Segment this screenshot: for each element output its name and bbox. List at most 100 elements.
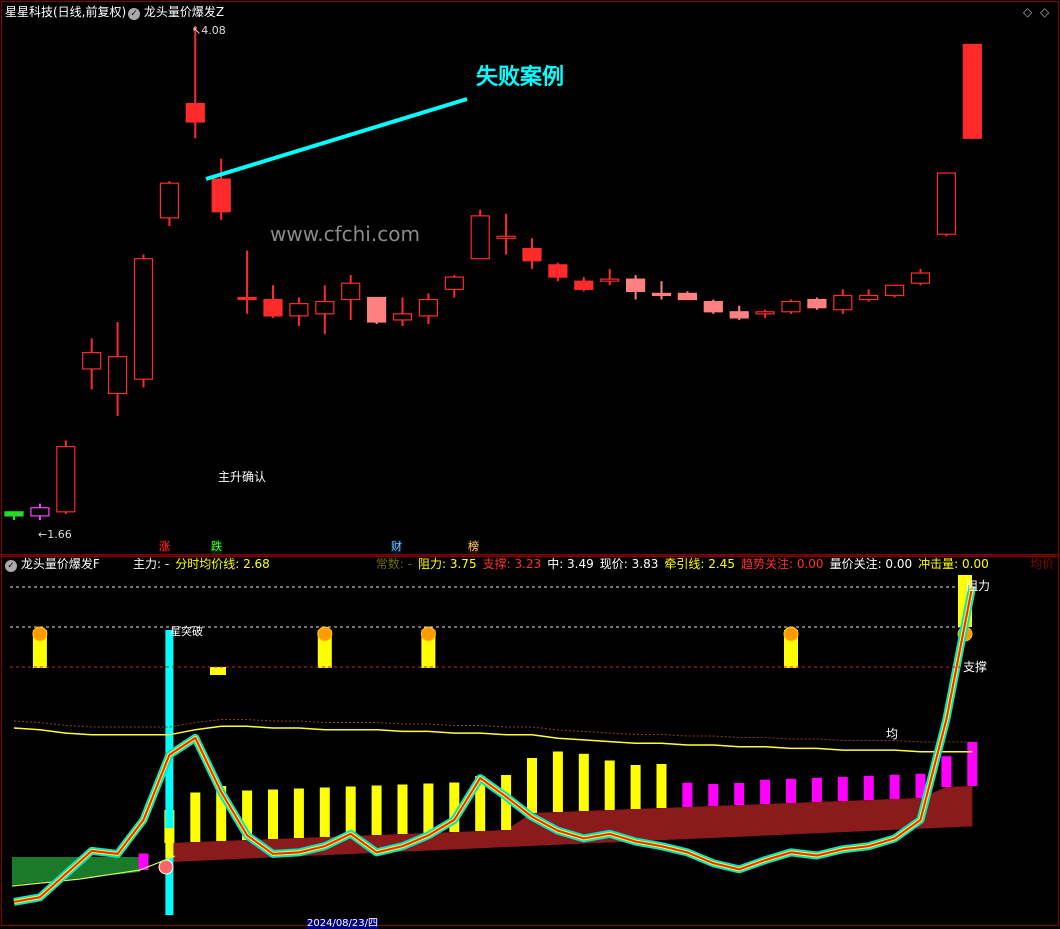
candle-body xyxy=(159,182,179,219)
volume-bar xyxy=(941,756,952,787)
candle-body xyxy=(263,298,283,317)
tag-cai: 财 xyxy=(391,540,402,554)
volume-bar xyxy=(371,785,382,835)
candle-body xyxy=(807,298,827,309)
bottom-indicator-selector[interactable]: ✓ 龙头量价爆发F xyxy=(5,557,100,572)
volume-bar xyxy=(345,786,356,836)
readout-item: 趋势关注: 0.00 xyxy=(740,557,824,571)
candle-body xyxy=(341,282,361,301)
stock-title: 星星科技(日线,前复权) xyxy=(5,5,127,19)
readout-item: 量价关注: 0.00 xyxy=(829,557,913,571)
candle-body xyxy=(56,445,76,513)
volume-bar xyxy=(527,758,537,813)
volume-bar xyxy=(708,784,719,806)
candle-body xyxy=(315,300,335,315)
volume-bar xyxy=(967,742,978,786)
candle-body xyxy=(237,296,257,301)
volume-bar xyxy=(889,774,900,799)
resist-label: 阻力 xyxy=(966,579,991,593)
maximize-icon[interactable]: ◇ xyxy=(1040,5,1049,19)
volume-bar xyxy=(423,783,434,833)
volume-bar xyxy=(293,788,304,838)
candle-body xyxy=(496,235,516,239)
candle-body xyxy=(781,300,801,313)
candle-body xyxy=(600,278,620,282)
readout-item: 现价: 3.83 xyxy=(599,557,659,571)
buy-marker-icon xyxy=(420,626,436,642)
readout-item: 阻力: 3.75 xyxy=(418,557,477,571)
avg-line-label: 均 xyxy=(886,727,899,741)
support-label: 支撑 xyxy=(963,660,988,674)
main-up-label: 主升确认 xyxy=(218,470,267,484)
volume-bar xyxy=(811,777,822,802)
volume-bar xyxy=(760,779,771,804)
chart-canvas xyxy=(0,0,1060,927)
candle-body xyxy=(418,298,438,317)
avg-price-label: 均价 xyxy=(1030,557,1055,571)
candle-body xyxy=(962,43,982,139)
readout-item: 中: 3.49 xyxy=(547,557,594,571)
candle-body xyxy=(392,313,413,321)
readout-item: 主力: - xyxy=(133,557,170,571)
volume-bar xyxy=(578,753,589,811)
fail-annotation: 失败案例 xyxy=(476,65,565,90)
candle-body xyxy=(703,300,723,313)
collapse-icon[interactable]: ◇ xyxy=(1023,5,1032,19)
candle-body xyxy=(859,294,879,301)
candle-body xyxy=(677,292,698,301)
candle-body xyxy=(548,264,568,278)
date-readout: 2024/08/23/四 xyxy=(307,918,379,929)
candle-body xyxy=(367,296,387,323)
candle-body xyxy=(470,215,490,260)
tag-zhang: 涨 xyxy=(159,540,170,554)
breakout-label: 星突破 xyxy=(170,625,203,638)
candle-body xyxy=(651,292,672,297)
volume-bar xyxy=(604,760,615,810)
volume-bar xyxy=(319,787,330,837)
candle-body xyxy=(444,276,464,290)
candle-body xyxy=(522,247,542,262)
chart-title: 星星科技(日线,前复权) xyxy=(5,5,126,19)
candle-body xyxy=(625,278,646,292)
candle-body xyxy=(4,511,24,517)
dropdown-icon[interactable]: ✓ xyxy=(128,8,140,20)
volume-bar xyxy=(837,776,848,801)
candle-body xyxy=(755,311,775,315)
volume-bar xyxy=(786,778,796,803)
high-price-label: ↖4.08 xyxy=(192,24,226,37)
readout-item: 支撑: 3.23 xyxy=(482,557,542,571)
watermark: www.cfchi.com xyxy=(270,222,420,246)
candle-body xyxy=(729,311,749,319)
candle-body xyxy=(107,356,128,395)
volume-bar xyxy=(552,751,563,812)
volume-bar xyxy=(863,775,874,800)
candle-body xyxy=(574,280,594,290)
candle-body xyxy=(833,294,853,311)
tag-bang: 榜 xyxy=(468,540,479,554)
buy-marker-icon xyxy=(317,626,333,642)
candle-body xyxy=(133,258,154,380)
bottom-indicator-name: 龙头量价爆发F xyxy=(20,557,100,571)
volume-bar xyxy=(268,789,278,839)
tag-die: 跌 xyxy=(211,540,222,554)
candle-body xyxy=(289,303,309,317)
candle-body xyxy=(884,284,905,297)
buy-marker-icon xyxy=(32,626,48,642)
volume-bar xyxy=(190,792,201,842)
indicator-name: 龙头量价爆发Z xyxy=(143,5,225,19)
readout-item: 常数: - xyxy=(375,557,412,571)
volume-bar xyxy=(734,783,745,805)
volume-bar xyxy=(682,782,693,807)
readout-item: 冲击量: 0.00 xyxy=(918,557,989,571)
indicator-selector[interactable]: ✓ 龙头量价爆发Z xyxy=(128,5,224,20)
yellow-signal-bar xyxy=(165,828,174,858)
candle-body xyxy=(82,352,102,370)
low-price-label: ←1.66 xyxy=(38,528,72,541)
volume-bar xyxy=(656,764,667,808)
dropdown-icon[interactable]: ✓ xyxy=(5,560,17,572)
volume-bar xyxy=(397,784,408,834)
readout-item: 分时均价线: 2.68 xyxy=(175,557,270,571)
readout-item: 牵引线: 2.45 xyxy=(664,557,735,571)
buy-marker-icon xyxy=(783,626,799,642)
candle-body xyxy=(185,102,205,123)
